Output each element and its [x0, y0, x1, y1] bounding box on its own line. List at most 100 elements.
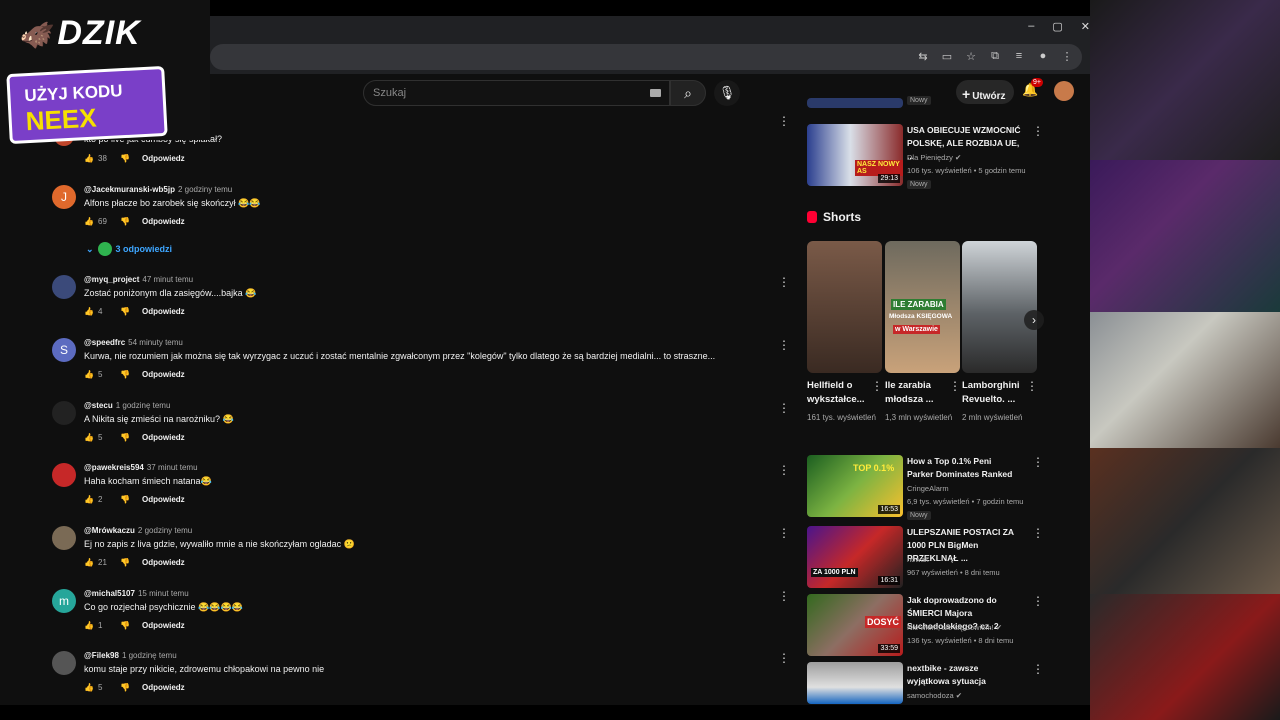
dislike-icon[interactable]: 👎	[120, 683, 142, 692]
video-channel[interactable]: Dla Pieniędzy ✔	[907, 153, 961, 162]
comment-author[interactable]: @pawekreis594	[84, 463, 144, 472]
video-channel[interactable]: nowak	[907, 555, 929, 564]
video-thumbnail[interactable]: TOP 0.1% 16:53	[807, 455, 903, 517]
comment-author[interactable]: @Jacekmuranski-wb5jp	[84, 185, 175, 194]
reply-button[interactable]: Odpowiedz	[142, 683, 185, 692]
shorts-next-button[interactable]: ›	[1024, 310, 1044, 330]
more-icon[interactable]: ⋮	[871, 379, 883, 393]
video-thumbnail[interactable]: NASZ NOWY AS 29:13	[807, 124, 903, 186]
account-avatar[interactable]	[1054, 81, 1074, 101]
more-icon[interactable]: ⋮	[778, 401, 790, 415]
create-button[interactable]: + Utwórz	[956, 80, 1014, 104]
avatar[interactable]: S	[52, 338, 76, 362]
more-icon[interactable]: ⋮	[1032, 594, 1044, 608]
notifications-button[interactable]: 🔔 9+	[1022, 78, 1043, 98]
short-thumbnail[interactable]	[962, 241, 1037, 373]
media-icon[interactable]: ≡	[1012, 50, 1026, 63]
comment-time[interactable]: 47 minut temu	[142, 275, 193, 284]
avatar[interactable]: J	[52, 185, 76, 209]
avatar[interactable]	[52, 401, 76, 425]
comment-time[interactable]: 2 godziny temu	[178, 185, 232, 194]
like-icon[interactable]: 👍	[84, 217, 96, 226]
minimize-button[interactable]: –	[1028, 20, 1034, 33]
video-channel[interactable]: CringeAlarm	[907, 484, 949, 493]
video-title[interactable]: How a Top 0.1% Peni Parker Dominates Ran…	[907, 455, 1017, 481]
avatar[interactable]	[52, 463, 76, 487]
comment-time[interactable]: 37 minut temu	[147, 463, 198, 472]
more-icon[interactable]: ⋮	[1032, 526, 1044, 540]
video-channel[interactable]: Nie wiem, ale się dowiem! ✔	[907, 623, 1002, 632]
video-thumbnail[interactable]: DOSYĆ 33:59	[807, 594, 903, 656]
more-icon[interactable]: ⋮	[949, 379, 961, 393]
reply-button[interactable]: Odpowiedz	[142, 621, 185, 630]
like-icon[interactable]: 👍	[84, 558, 96, 567]
like-icon[interactable]: 👍	[84, 307, 96, 316]
profile-icon[interactable]: ●	[1036, 50, 1050, 63]
avatar[interactable]	[52, 651, 76, 675]
more-icon[interactable]: ⋮	[778, 463, 790, 477]
dislike-icon[interactable]: 👎	[120, 217, 142, 226]
video-thumbnail[interactable]	[807, 662, 903, 704]
comment-author[interactable]: @speedfrc	[84, 338, 125, 347]
extensions-icon[interactable]: ⧉	[988, 50, 1002, 63]
replies-toggle[interactable]: ⌄ 3 odpowiedzi	[86, 242, 172, 256]
more-icon[interactable]: ⋮	[1032, 124, 1044, 138]
keyboard-icon[interactable]	[650, 89, 661, 97]
voice-search-button[interactable]: 🎙	[714, 80, 740, 106]
video-title[interactable]: nextbike - zawsze wyjątkowa sytuacja	[907, 662, 1017, 688]
channel-name[interactable]: Nie wiem, ale się dowiem!	[907, 623, 994, 632]
cast-icon[interactable]: ▭	[940, 50, 954, 63]
dislike-icon[interactable]: 👎	[120, 621, 142, 630]
like-icon[interactable]: 👍	[84, 683, 96, 692]
comment-time[interactable]: 2 godziny temu	[138, 526, 192, 535]
dislike-icon[interactable]: 👎	[120, 307, 142, 316]
video-channel[interactable]: samochodoza ✔	[907, 691, 962, 700]
short-title[interactable]: Lamborghini Revuelto. ...	[962, 379, 1024, 407]
dislike-icon[interactable]: 👎	[120, 495, 142, 504]
short-thumbnail[interactable]	[807, 241, 882, 373]
more-icon[interactable]: ⋮	[778, 275, 790, 289]
comment-author[interactable]: @Mrówkaczu	[84, 526, 135, 535]
reply-button[interactable]: Odpowiedz	[142, 370, 185, 379]
comment-time[interactable]: 54 minuty temu	[128, 338, 183, 347]
video-thumbnail[interactable]: ZA 1000 PLN 16:31	[807, 526, 903, 588]
avatar[interactable]	[52, 526, 76, 550]
more-icon[interactable]: ⋮	[778, 526, 790, 540]
like-icon[interactable]: 👍	[84, 154, 96, 163]
reply-button[interactable]: Odpowiedz	[142, 433, 185, 442]
dislike-icon[interactable]: 👎	[120, 154, 142, 163]
like-icon[interactable]: 👍	[84, 370, 96, 379]
more-icon[interactable]: ⋮	[1026, 379, 1038, 393]
search-input[interactable]: Szukaj	[363, 80, 670, 106]
comment-time[interactable]: 1 godzinę temu	[122, 651, 177, 660]
short-thumbnail[interactable]: ILE ZARABIA Młodsza KSIĘGOWA w Warszawie	[885, 241, 960, 373]
comment-author[interactable]: @michal5107	[84, 589, 135, 598]
channel-name[interactable]: samochodoza	[907, 691, 954, 700]
reply-button[interactable]: Odpowiedz	[142, 217, 185, 226]
dislike-icon[interactable]: 👎	[120, 370, 142, 379]
more-icon[interactable]: ⋮	[1032, 455, 1044, 469]
like-icon[interactable]: 👍	[84, 621, 96, 630]
comment-author[interactable]: @stecu	[84, 401, 113, 410]
more-icon[interactable]: ⋮	[1032, 662, 1044, 676]
comment-time[interactable]: 1 godzinę temu	[116, 401, 171, 410]
more-icon[interactable]: ⋮	[778, 651, 790, 665]
reply-button[interactable]: Odpowiedz	[142, 495, 185, 504]
bookmark-star-icon[interactable]: ☆	[964, 50, 978, 63]
close-button[interactable]: ✕	[1081, 20, 1090, 33]
reply-button[interactable]: Odpowiedz	[142, 558, 185, 567]
avatar[interactable]	[52, 275, 76, 299]
maximize-button[interactable]: ▢	[1052, 20, 1062, 33]
translate-icon[interactable]: ⇆	[916, 50, 930, 63]
more-icon[interactable]: ⋮	[778, 589, 790, 603]
comment-author[interactable]: @Filek98	[84, 651, 119, 660]
avatar[interactable]: m	[52, 589, 76, 613]
search-button[interactable]: ⌕	[670, 80, 706, 106]
channel-name[interactable]: Dla Pieniędzy	[907, 153, 953, 162]
reply-button[interactable]: Odpowiedz	[142, 154, 185, 163]
comment-author[interactable]: @myq_project	[84, 275, 139, 284]
more-icon[interactable]: ⋮	[778, 114, 790, 128]
dislike-icon[interactable]: 👎	[120, 558, 142, 567]
chrome-menu-icon[interactable]: ⋮	[1060, 50, 1074, 63]
like-icon[interactable]: 👍	[84, 495, 96, 504]
